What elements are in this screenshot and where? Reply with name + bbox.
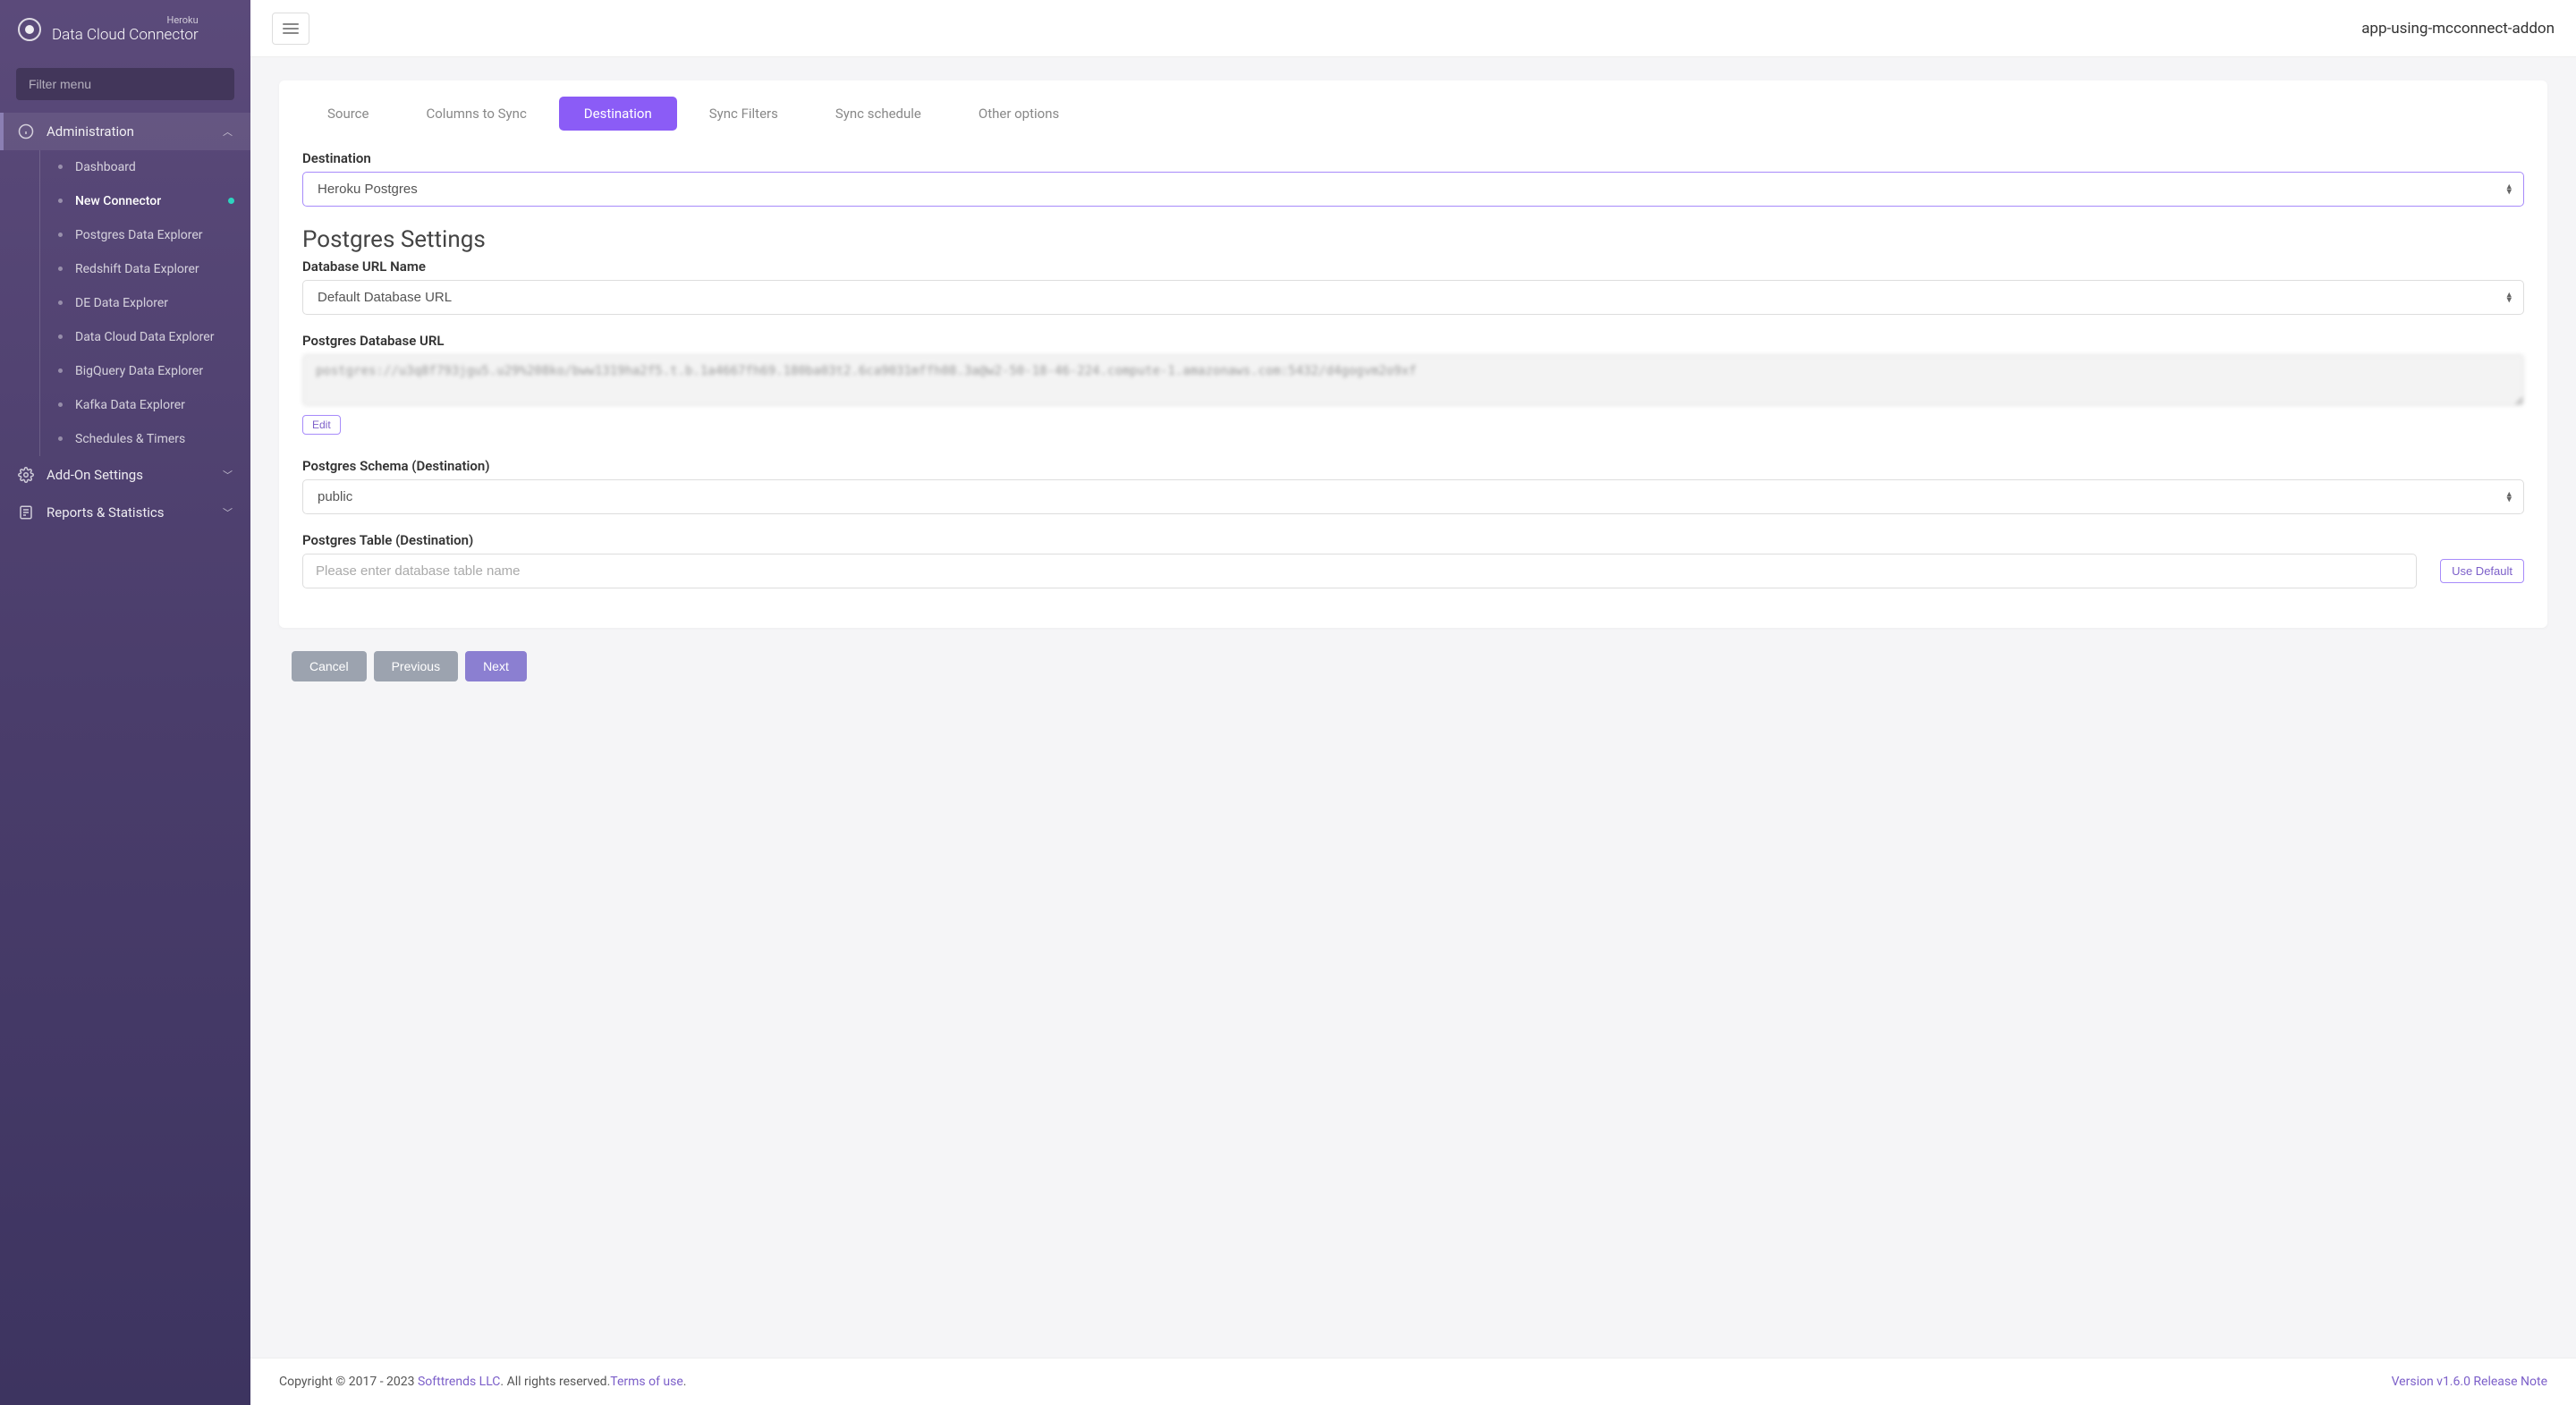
app-name: app-using-mcconnect-addon [2361, 20, 2555, 38]
logo-icon [18, 18, 41, 41]
nav-section-label: Reports & Statistics [47, 504, 164, 521]
sidebar-header: Heroku Data Cloud Connector [0, 0, 250, 59]
destination-select[interactable]: Heroku Postgres [302, 172, 2524, 207]
nav-item-new-connector[interactable]: New Connector [40, 184, 250, 218]
topbar: app-using-mcconnect-addon [250, 0, 2576, 57]
nav-item-bigquery-explorer[interactable]: BigQuery Data Explorer [40, 354, 250, 388]
next-button[interactable]: Next [465, 651, 527, 681]
tab-columns-to-sync[interactable]: Columns to Sync [401, 97, 551, 131]
chevron-down-icon: ﹀ [223, 468, 233, 482]
destination-label: Destination [302, 150, 2524, 166]
use-default-button[interactable]: Use Default [2440, 559, 2524, 583]
nav-item-schedules-timers[interactable]: Schedules & Timers [40, 422, 250, 456]
brand: Heroku Data Cloud Connector [52, 14, 199, 45]
postgres-settings-title: Postgres Settings [302, 226, 2524, 253]
tabs: Source Columns to Sync Destination Sync … [302, 97, 2524, 131]
report-icon [18, 504, 34, 521]
nav-item-postgres-explorer[interactable]: Postgres Data Explorer [40, 218, 250, 252]
nav-item-de-explorer[interactable]: DE Data Explorer [40, 286, 250, 320]
gear-icon [18, 467, 34, 483]
tab-sync-schedule[interactable]: Sync schedule [810, 97, 946, 131]
filter-menu-input[interactable] [16, 68, 234, 100]
sidebar: Heroku Data Cloud Connector Administrati… [0, 0, 250, 1405]
nav-item-redshift-explorer[interactable]: Redshift Data Explorer [40, 252, 250, 286]
nav-item-dashboard[interactable]: Dashboard [40, 150, 250, 184]
connector-card: Source Columns to Sync Destination Sync … [279, 80, 2547, 628]
edit-db-url-button[interactable]: Edit [302, 415, 341, 435]
brand-sub: Heroku [52, 14, 199, 26]
chevron-down-icon: ﹀ [223, 505, 233, 520]
schema-select[interactable]: public [302, 479, 2524, 514]
db-url-name-label: Database URL Name [302, 258, 2524, 275]
content: Source Columns to Sync Destination Sync … [250, 57, 2576, 1358]
hamburger-icon [283, 23, 299, 34]
db-url-textarea[interactable] [302, 354, 2524, 406]
menu-toggle-button[interactable] [272, 13, 309, 45]
tab-other-options[interactable]: Other options [953, 97, 1084, 131]
nav-section-reports[interactable]: Reports & Statistics ﹀ [0, 494, 250, 531]
nav-item-kafka-explorer[interactable]: Kafka Data Explorer [40, 388, 250, 422]
nav-item-datacloud-explorer[interactable]: Data Cloud Data Explorer [40, 320, 250, 354]
sidebar-nav: Administration ︿ Dashboard New Connector… [0, 113, 250, 1405]
footer-right: Version v1.6.0 Release Note [2392, 1375, 2547, 1389]
copyright-text: Copyright © 2017 - 2023 [279, 1375, 418, 1389]
cancel-button[interactable]: Cancel [292, 651, 367, 681]
company-link[interactable]: Softtrends LLC [418, 1375, 500, 1389]
rights-text: . All rights reserved. [500, 1375, 610, 1389]
db-url-label: Postgres Database URL [302, 333, 2524, 349]
main: app-using-mcconnect-addon Source Columns… [250, 0, 2576, 1405]
db-url-name-select[interactable]: Default Database URL [302, 280, 2524, 315]
info-icon [18, 123, 34, 140]
footer-left: Copyright © 2017 - 2023 Softtrends LLC. … [279, 1375, 686, 1389]
tab-sync-filters[interactable]: Sync Filters [684, 97, 803, 131]
previous-button[interactable]: Previous [374, 651, 458, 681]
chevron-up-icon: ︿ [223, 124, 233, 139]
active-indicator-icon [228, 198, 234, 204]
table-name-input[interactable] [302, 554, 2417, 588]
schema-label: Postgres Schema (Destination) [302, 458, 2524, 474]
version-link[interactable]: Version v1.6.0 Release Note [2392, 1375, 2547, 1389]
nav-section-label: Administration [47, 123, 134, 140]
footer: Copyright © 2017 - 2023 Softtrends LLC. … [250, 1358, 2576, 1405]
nav-section-label: Add-On Settings [47, 467, 143, 483]
tab-destination[interactable]: Destination [559, 97, 677, 131]
nav-section-addon-settings[interactable]: Add-On Settings ﹀ [0, 456, 250, 494]
table-label: Postgres Table (Destination) [302, 532, 2417, 548]
tab-source[interactable]: Source [302, 97, 394, 131]
terms-link[interactable]: Terms of use [610, 1375, 683, 1389]
action-row: Cancel Previous Next [279, 651, 2547, 681]
nav-section-administration[interactable]: Administration ︿ [0, 113, 250, 150]
brand-main: Data Cloud Connector [52, 26, 199, 44]
